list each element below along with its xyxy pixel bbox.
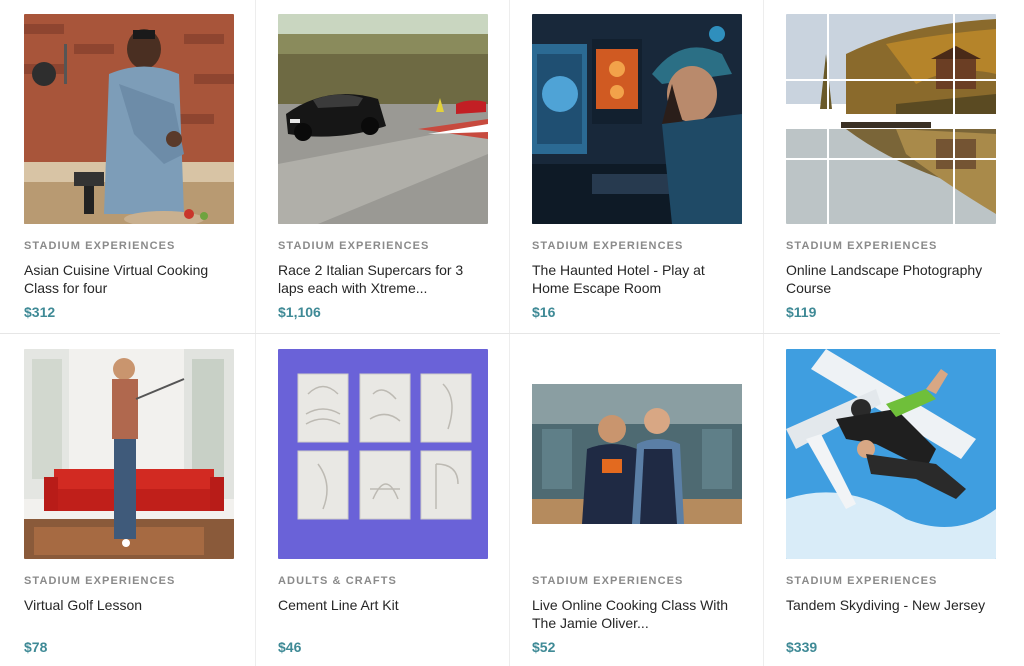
card-price: $46	[278, 639, 302, 655]
card-price: $339	[786, 639, 818, 655]
card-category: ADULTS & CRAFTS	[278, 575, 397, 587]
card-price: $78	[24, 639, 48, 655]
card-category: STADIUM EXPERIENCES	[532, 575, 684, 587]
card-price: $312	[24, 304, 56, 320]
card-title[interactable]: Live Online Cooking Class With The Jamie…	[532, 596, 737, 632]
card-title[interactable]: Cement Line Art Kit	[278, 596, 483, 632]
product-card[interactable]: STADIUM EXPERIENCES Virtual Golf Lesson …	[0, 335, 254, 655]
product-card[interactable]: STADIUM EXPERIENCES Tandem Skydiving - N…	[762, 335, 1016, 655]
skydiving-photo[interactable]	[786, 349, 996, 559]
card-price: $1,106	[278, 304, 321, 320]
card-price: $16	[532, 304, 556, 320]
product-card[interactable]: ADULTS & CRAFTS Cement Line Art Kit $46	[254, 335, 508, 655]
product-card[interactable]: STADIUM EXPERIENCES Live Online Cooking …	[508, 335, 762, 655]
gamer-computer-photo[interactable]	[532, 14, 742, 224]
supercar-track-photo[interactable]	[278, 14, 488, 224]
chefs-kitchen-photo[interactable]	[532, 349, 742, 559]
golf-living-room-photo[interactable]	[24, 349, 234, 559]
cement-tiles-photo[interactable]	[278, 349, 488, 559]
card-title[interactable]: Asian Cuisine Virtual Cooking Class for …	[24, 261, 229, 297]
product-card[interactable]: STADIUM EXPERIENCES Asian Cuisine Virtua…	[0, 0, 254, 320]
product-grid: STADIUM EXPERIENCES Asian Cuisine Virtua…	[0, 0, 1024, 666]
card-price: $52	[532, 639, 556, 655]
card-title[interactable]: Online Landscape Photography Course	[786, 261, 991, 297]
row-divider	[0, 333, 1000, 334]
product-card[interactable]: STADIUM EXPERIENCES The Haunted Hotel - …	[508, 0, 762, 320]
card-title[interactable]: Race 2 Italian Supercars for 3 laps each…	[278, 261, 483, 297]
card-category: STADIUM EXPERIENCES	[24, 575, 176, 587]
card-category: STADIUM EXPERIENCES	[24, 240, 176, 252]
card-category: STADIUM EXPERIENCES	[786, 240, 938, 252]
card-price: $119	[786, 304, 817, 320]
lake-landscape-photo[interactable]	[786, 14, 996, 224]
card-title[interactable]: Tandem Skydiving - New Jersey	[786, 596, 991, 632]
card-category: STADIUM EXPERIENCES	[278, 240, 430, 252]
product-card[interactable]: STADIUM EXPERIENCES Online Landscape Pho…	[762, 0, 1016, 320]
card-title[interactable]: The Haunted Hotel - Play at Home Escape …	[532, 261, 737, 297]
product-card[interactable]: STADIUM EXPERIENCES Race 2 Italian Super…	[254, 0, 508, 320]
card-title[interactable]: Virtual Golf Lesson	[24, 596, 229, 632]
card-category: STADIUM EXPERIENCES	[786, 575, 938, 587]
chef-cooking-photo[interactable]	[24, 14, 234, 224]
card-category: STADIUM EXPERIENCES	[532, 240, 684, 252]
